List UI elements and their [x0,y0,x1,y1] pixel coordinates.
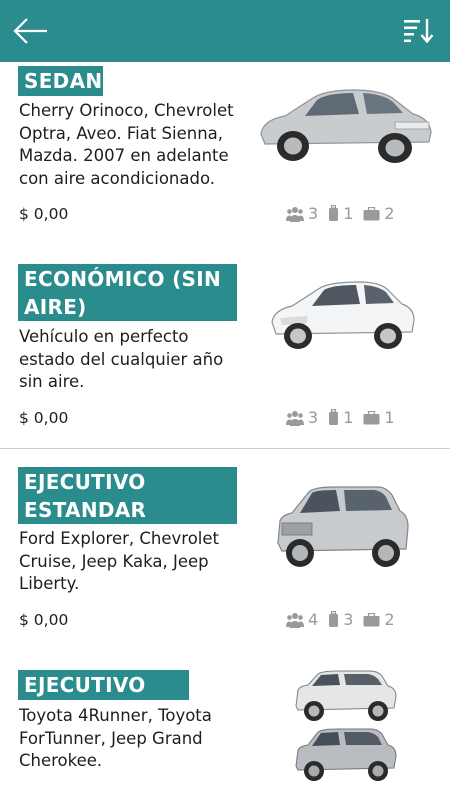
back-button[interactable] [12,14,50,48]
vehicle-description: Toyota 4Runner, Toyota ForTunner, Jeep G… [19,706,212,770]
two-suvs-image [295,670,397,781]
silver-sedan-image [260,89,432,163]
people-icon [286,410,304,426]
vehicle-price: $ 0,00 [19,611,69,629]
sort-button[interactable] [402,14,436,48]
vehicle-card-ejecutivo-estandar[interactable]: EJECUTIVO ESTANDAR Ford Explorer, Chevro… [0,449,450,652]
white-compact-car-image [271,281,415,349]
vehicle-title: SEDAN [18,66,103,96]
vehicle-features: 3 1 1 [286,408,405,427]
small-bags-feature: 3 [328,610,353,629]
vehicle-title: EJECUTIVO VIP [18,670,189,725]
passengers-count: 4 [308,610,319,629]
silver-suv-image [277,486,409,567]
suitcase-icon [329,611,339,627]
large-bags-count: 1 [384,408,395,427]
passengers-count: 3 [308,408,319,427]
small-bags-feature: 1 [328,408,353,427]
small-bags-feature: 1 [328,204,353,223]
briefcase-icon [363,410,380,424]
vehicle-features: 3 1 2 [286,204,405,223]
small-bags-count: 3 [343,610,354,629]
small-bags-count: 1 [343,204,354,223]
arrow-left-icon [13,18,47,44]
vehicle-card-ejecutivo-vip[interactable]: EJECUTIVO VIP Toyota 4Runner, Toyota For… [0,652,450,800]
small-bags-count: 1 [343,408,354,427]
passengers-feature: 4 [286,610,318,629]
briefcase-icon [363,612,380,626]
large-bags-feature: 2 [363,204,395,223]
suitcase-icon [329,409,339,425]
passengers-feature: 3 [286,204,318,223]
passengers-feature: 3 [286,408,318,427]
vehicle-description: Vehículo en perfecto estado del cualquie… [19,327,224,391]
briefcase-icon [363,206,380,220]
vehicle-card-economico[interactable]: ECONÓMICO (SIN AIRE) Vehículo en perfect… [0,240,450,449]
vehicle-title: ECONÓMICO (SIN AIRE) [18,264,237,321]
large-bags-feature: 1 [363,408,395,427]
suitcase-icon [329,205,339,221]
large-bags-count: 2 [384,610,395,629]
vehicle-title: EJECUTIVO ESTANDAR [18,467,237,524]
people-icon [286,612,304,628]
people-icon [286,206,304,222]
vehicle-description: Cherry Orinoco, Chevrolet Optra, Aveo. F… [19,101,234,188]
vehicle-description: Ford Explorer, Chevrolet Cruise, Jeep Ka… [19,529,220,593]
vehicle-card-sedan[interactable]: SEDAN Cherry Orinoco, Chevrolet Optra, A… [0,62,450,240]
sort-descending-icon [404,19,434,44]
vehicle-price: $ 0,00 [19,205,69,223]
large-bags-feature: 2 [363,610,395,629]
passengers-count: 3 [308,204,319,223]
app-bar [0,0,450,62]
large-bags-count: 2 [384,204,395,223]
vehicle-features: 4 3 2 [286,610,405,629]
vehicle-price: $ 0,00 [19,409,69,427]
